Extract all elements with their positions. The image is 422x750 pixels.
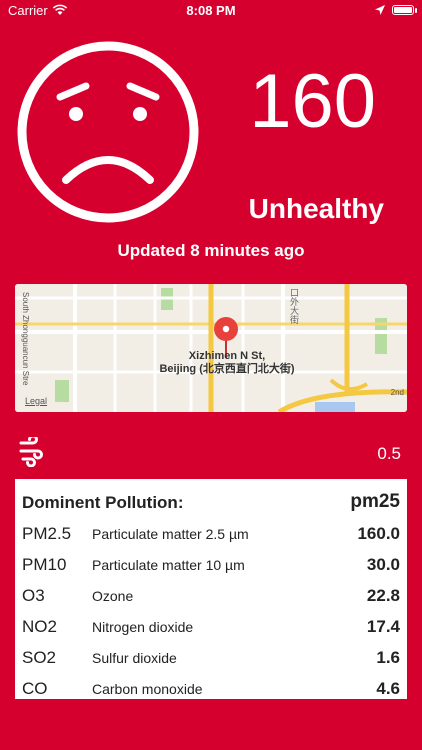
wind-icon	[19, 437, 43, 467]
pollutant-row-co: CO Carbon monoxide 4.6	[22, 679, 400, 699]
pollutant-name: Particulate matter 10 µm	[92, 557, 245, 573]
status-bar: Carrier 8:08 PM	[0, 0, 422, 22]
pollutant-value: 1.6	[376, 648, 400, 667]
pollutant-name: Particulate matter 2.5 µm	[92, 526, 249, 542]
pollutant-name: Carbon monoxide	[92, 681, 203, 697]
dominant-pollution-value: pm25	[350, 491, 400, 512]
status-time: 8:08 PM	[186, 3, 236, 18]
pollutant-code: SO2	[22, 648, 57, 667]
aqi-level: Unhealthy	[248, 193, 384, 224]
sad-face-icon	[17, 41, 199, 223]
battery-icon	[392, 5, 417, 15]
pollutant-row-pm25: PM2.5 Particulate matter 2.5 µm 160.0	[22, 524, 400, 548]
pollutant-code: NO2	[22, 617, 57, 636]
pollutant-row-o3: O3 Ozone 22.8	[22, 586, 400, 610]
location-map[interactable]: South Zhongguancun Stre 口外大街 2nd Xizhime…	[15, 284, 407, 412]
pollutant-value: 17.4	[366, 617, 400, 636]
wind-value: 0.5	[377, 444, 401, 463]
map-location-line1: Xizhimen N St,	[188, 350, 266, 362]
map-street-label: South Zhongguancun Stre	[21, 292, 30, 386]
pollutant-row-pm10: PM10 Particulate matter 10 µm 30.0	[22, 555, 400, 579]
map-street-cn-label: 口外大街	[289, 288, 299, 324]
pollutant-row-no2: NO2 Nitrogen dioxide 17.4	[22, 617, 400, 641]
map-canvas[interactable]	[15, 284, 407, 412]
updated-time: Updated 8 minutes ago	[117, 241, 305, 260]
pollutant-name: Ozone	[92, 588, 134, 604]
pollutant-name: Nitrogen dioxide	[92, 619, 194, 635]
pollution-card: Dominent Pollution: pm25 PM2.5 Particula…	[15, 479, 407, 699]
pollutant-value: 22.8	[366, 586, 400, 605]
aqi-value: 160	[249, 59, 376, 144]
dominant-pollution-row: Dominent Pollution: pm25	[22, 491, 400, 515]
pollutant-value: 30.0	[366, 555, 400, 574]
map-location-label: Xizhimen N St, Beijing (北京西直门北大街)	[143, 350, 311, 376]
pollutant-code: O3	[22, 586, 45, 605]
dominant-pollution-label: Dominent Pollution:	[22, 493, 184, 512]
map-location-line2: Beijing (北京西直门北大街)	[159, 363, 295, 375]
map-road-label: 2nd	[390, 388, 404, 397]
pollutant-code: PM10	[22, 555, 67, 574]
pollutant-value: 160.0	[357, 524, 400, 543]
pollutant-value: 4.6	[376, 679, 400, 698]
map-legal-link[interactable]: Legal	[25, 396, 47, 406]
pollutant-code: CO	[22, 679, 48, 698]
pollutant-name: Sulfur dioxide	[92, 650, 177, 666]
location-arrow-icon	[375, 5, 385, 15]
pollutant-code: PM2.5	[22, 524, 72, 543]
pollutant-row-so2: SO2 Sulfur dioxide 1.6	[22, 648, 400, 672]
